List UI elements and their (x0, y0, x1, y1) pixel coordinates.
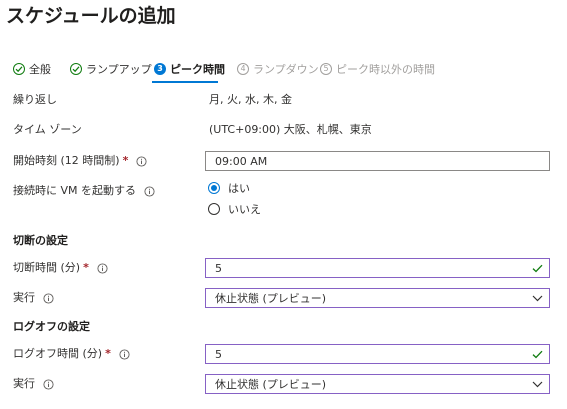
tab-label: ランプダウン (253, 63, 319, 76)
disconnect-time-value: 5 (215, 261, 222, 275)
disconnect-action-label-text: 実行 (13, 291, 35, 304)
chevron-down-icon (527, 381, 547, 388)
checkmark-icon (527, 264, 547, 273)
logoff-action-value: 休止状態 (プレビュー) (215, 378, 327, 391)
required-marker: * (122, 154, 129, 167)
start-time-value: 09:00 AM (215, 154, 268, 168)
radio-button (208, 182, 220, 194)
logoff-section-heading: ログオフの設定 (13, 320, 90, 333)
tab-off-peak-hours[interactable]: 5 ピーク時以外の時間 (320, 59, 435, 79)
logoff-time-value: 5 (215, 347, 222, 361)
radio-label: いいえ (228, 203, 261, 216)
step-number-badge: 3 (154, 63, 166, 75)
tab-label: 全般 (29, 63, 51, 76)
tab-ramp-up[interactable]: ランプアップ (70, 59, 152, 79)
tab-peak-hours[interactable]: 3 ピーク時間 (154, 59, 225, 79)
page-title: スケジュールの追加 (6, 5, 176, 27)
repeat-label-text: 繰り返し (13, 93, 57, 106)
radio-label: はい (228, 182, 250, 195)
info-icon[interactable] (43, 378, 54, 390)
timezone-label: タイム ゾーン (13, 121, 82, 139)
timezone-value: (UTC+09:00) 大阪、札幌、東京 (209, 123, 372, 136)
tab-label: ピーク時間 (170, 63, 225, 76)
start-time-label-text: 開始時刻 (12 時間制) (13, 154, 120, 167)
tab-general[interactable]: 全般 (13, 59, 51, 79)
disconnect-time-label-text: 切断時間 (分) (13, 261, 81, 274)
disconnect-action-label: 実行 (13, 289, 54, 307)
step-number-badge: 5 (320, 63, 332, 75)
info-icon[interactable] (136, 155, 147, 167)
tab-ramp-down[interactable]: 4 ランプダウン (237, 59, 319, 79)
info-icon[interactable] (43, 292, 54, 304)
disconnect-time-input[interactable]: 5 (205, 258, 550, 278)
disconnect-action-dropdown[interactable]: 休止状態 (プレビュー) (205, 288, 550, 308)
info-icon[interactable] (144, 185, 155, 197)
required-marker: * (83, 261, 89, 274)
disconnect-action-value: 休止状態 (プレビュー) (215, 292, 327, 305)
step-number-badge: 4 (237, 63, 249, 75)
disconnect-time-label: 切断時間 (分) * (13, 259, 108, 277)
start-vm-yes-radio[interactable]: はい (208, 180, 250, 196)
tab-label: ピーク時以外の時間 (336, 63, 435, 76)
schedule-dialog: スケジュールの追加 全般 ランプアップ 3 ピーク時間 4 ランプダウン 5 ピ… (0, 0, 567, 409)
logoff-time-input[interactable]: 5 (205, 344, 550, 364)
repeat-label: 繰り返し (13, 91, 57, 109)
start-time-input[interactable]: 09:00 AM (205, 151, 550, 171)
checkmark-icon (527, 350, 547, 359)
radio-button (208, 203, 220, 215)
logoff-time-label: ログオフ時間 (分) * (13, 345, 130, 363)
checkmark-icon (13, 63, 25, 75)
start-vm-label: 接続時に VM を起動する (13, 182, 155, 200)
chevron-down-icon (527, 295, 547, 302)
repeat-value: 月, 火, 水, 木, 金 (209, 93, 292, 106)
disconnect-section-heading: 切断の設定 (13, 234, 68, 247)
info-icon[interactable] (97, 262, 108, 274)
info-icon[interactable] (119, 348, 130, 360)
active-tab-indicator (152, 81, 218, 83)
checkmark-icon (70, 63, 82, 75)
logoff-action-label-text: 実行 (13, 377, 35, 390)
start-vm-no-radio[interactable]: いいえ (208, 201, 261, 217)
logoff-action-label: 実行 (13, 375, 54, 393)
required-marker: * (105, 347, 111, 360)
start-time-label: 開始時刻 (12 時間制) * (13, 152, 147, 170)
logoff-action-dropdown[interactable]: 休止状態 (プレビュー) (205, 374, 550, 394)
tab-label: ランプアップ (86, 63, 152, 76)
logoff-time-label-text: ログオフ時間 (分) (13, 347, 103, 360)
start-vm-label-text: 接続時に VM を起動する (13, 184, 137, 197)
timezone-label-text: タイム ゾーン (13, 123, 82, 136)
